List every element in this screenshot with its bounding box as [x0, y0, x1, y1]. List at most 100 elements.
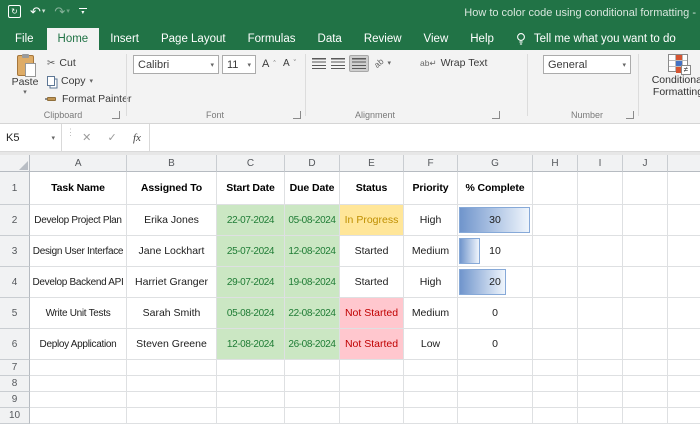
font-dialog-launcher[interactable] [293, 111, 301, 119]
priority-cell[interactable]: Medium [404, 298, 458, 329]
row-header-10[interactable]: 10 [0, 408, 30, 424]
tab-insert[interactable]: Insert [99, 28, 150, 50]
assignee-cell[interactable]: Steven Greene [127, 329, 217, 360]
due-date-cell[interactable]: 22-08-2024 [285, 298, 340, 329]
header-start-date[interactable]: Start Date [217, 172, 285, 205]
assignee-cell[interactable]: Jane Lockhart [127, 236, 217, 267]
tab-formulas[interactable]: Formulas [237, 28, 307, 50]
row-header-2[interactable]: 2 [0, 205, 30, 236]
start-date-cell[interactable]: 05-08-2024 [217, 298, 285, 329]
row-header-8[interactable]: 8 [0, 376, 30, 392]
cancel-icon[interactable]: ✕ [82, 131, 91, 144]
enter-icon[interactable]: ✓ [108, 131, 117, 144]
due-date-cell[interactable]: 26-08-2024 [285, 329, 340, 360]
clipboard-dialog-launcher[interactable] [112, 111, 120, 119]
status-cell[interactable]: In Progress [340, 205, 404, 236]
paste-button[interactable]: Paste ▾ [8, 55, 42, 96]
start-date-cell[interactable]: 12-08-2024 [217, 329, 285, 360]
status-cell[interactable]: Started [340, 267, 404, 298]
pct-complete-cell[interactable]: 0 [458, 298, 533, 329]
task-name-cell[interactable]: Deploy Application [30, 329, 127, 360]
col-header-h[interactable]: H [533, 155, 578, 172]
col-header-f[interactable]: F [404, 155, 458, 172]
tab-view[interactable]: View [413, 28, 460, 50]
alignment-dialog-launcher[interactable] [492, 111, 500, 119]
col-header-g[interactable]: G [458, 155, 533, 172]
increase-font-icon[interactable]: Aˆ [262, 58, 276, 70]
top-align-icon[interactable] [312, 58, 326, 69]
insert-function-icon[interactable]: fx [133, 132, 141, 144]
due-date-cell[interactable]: 12-08-2024 [285, 236, 340, 267]
row-header-5[interactable]: 5 [0, 298, 30, 329]
header-priority[interactable]: Priority [404, 172, 458, 205]
tab-page-layout[interactable]: Page Layout [150, 28, 237, 50]
orientation-icon[interactable]: ab▾ [374, 58, 391, 68]
priority-cell[interactable]: High [404, 205, 458, 236]
pct-complete-cell[interactable]: 30 [458, 205, 533, 236]
col-header-a[interactable]: A [30, 155, 127, 172]
cut-button[interactable]: ✂ Cut [47, 57, 76, 69]
pct-complete-cell[interactable]: 20 [458, 267, 533, 298]
col-header-b[interactable]: B [127, 155, 217, 172]
task-name-cell[interactable]: Develop Backend API [30, 267, 127, 298]
customize-quick-access-icon[interactable]: ▾ [79, 8, 87, 16]
middle-align-icon[interactable] [331, 58, 345, 69]
priority-cell[interactable]: Medium [404, 236, 458, 267]
number-format-combo[interactable]: General▾ [543, 55, 631, 74]
row-header-3[interactable]: 3 [0, 236, 30, 267]
assignee-cell[interactable]: Erika Jones [127, 205, 217, 236]
pct-complete-cell[interactable]: 0 [458, 329, 533, 360]
copy-button[interactable]: Copy ▾ [47, 75, 93, 87]
task-name-cell[interactable]: Write Unit Tests [30, 298, 127, 329]
empty-cells[interactable] [30, 376, 700, 392]
formula-input[interactable] [151, 124, 700, 151]
due-date-cell[interactable]: 05-08-2024 [285, 205, 340, 236]
font-size-combo[interactable]: 11▾ [222, 55, 256, 74]
select-all-corner[interactable] [0, 155, 30, 172]
tab-home[interactable]: Home [47, 28, 100, 50]
wrap-text-button[interactable]: ab↵ Wrap Text [420, 57, 487, 69]
row-header-1[interactable]: 1 [0, 172, 30, 205]
decrease-font-icon[interactable]: Aˇ [283, 58, 296, 69]
assignee-cell[interactable]: Sarah Smith [127, 298, 217, 329]
conditional-formatting-button[interactable]: ≠ Conditional Formatting [648, 54, 700, 98]
priority-cell[interactable]: High [404, 267, 458, 298]
priority-cell[interactable]: Low [404, 329, 458, 360]
task-name-cell[interactable]: Design User Interface [30, 236, 127, 267]
status-cell[interactable]: Not Started [340, 298, 404, 329]
pct-complete-cell[interactable]: 10 [458, 236, 533, 267]
tell-me-box[interactable]: Tell me what you want to do [515, 28, 676, 50]
assignee-cell[interactable]: Harriet Granger [127, 267, 217, 298]
empty-cells[interactable] [30, 360, 700, 376]
row-header-7[interactable]: 7 [0, 360, 30, 376]
tab-file[interactable]: File [2, 28, 47, 50]
empty-cells[interactable] [30, 408, 700, 424]
header-pct-complete[interactable]: % Complete [458, 172, 533, 205]
header-status[interactable]: Status [340, 172, 404, 205]
row-header-4[interactable]: 4 [0, 267, 30, 298]
col-header-k-partial[interactable] [668, 155, 700, 172]
tab-help[interactable]: Help [459, 28, 505, 50]
header-task-name[interactable]: Task Name [30, 172, 127, 205]
row-header-9[interactable]: 9 [0, 392, 30, 408]
col-header-c[interactable]: C [217, 155, 285, 172]
start-date-cell[interactable]: 22-07-2024 [217, 205, 285, 236]
bottom-align-icon[interactable] [349, 55, 369, 72]
col-header-e[interactable]: E [340, 155, 404, 172]
header-assigned-to[interactable]: Assigned To [127, 172, 217, 205]
tab-data[interactable]: Data [307, 28, 353, 50]
format-painter-button[interactable]: Format Painter [47, 93, 131, 105]
status-cell[interactable]: Started [340, 236, 404, 267]
due-date-cell[interactable]: 19-08-2024 [285, 267, 340, 298]
name-box[interactable]: K5 ▾ [0, 124, 62, 151]
status-cell[interactable]: Not Started [340, 329, 404, 360]
col-header-j[interactable]: J [623, 155, 668, 172]
empty-cells[interactable] [30, 392, 700, 408]
start-date-cell[interactable]: 25-07-2024 [217, 236, 285, 267]
save-icon[interactable]: ↻ [8, 5, 21, 18]
row-header-6[interactable]: 6 [0, 329, 30, 360]
tab-review[interactable]: Review [353, 28, 413, 50]
undo-icon[interactable]: ↶▾ [30, 5, 45, 18]
redo-icon[interactable]: ↷▾ [54, 5, 69, 18]
col-header-d[interactable]: D [285, 155, 340, 172]
